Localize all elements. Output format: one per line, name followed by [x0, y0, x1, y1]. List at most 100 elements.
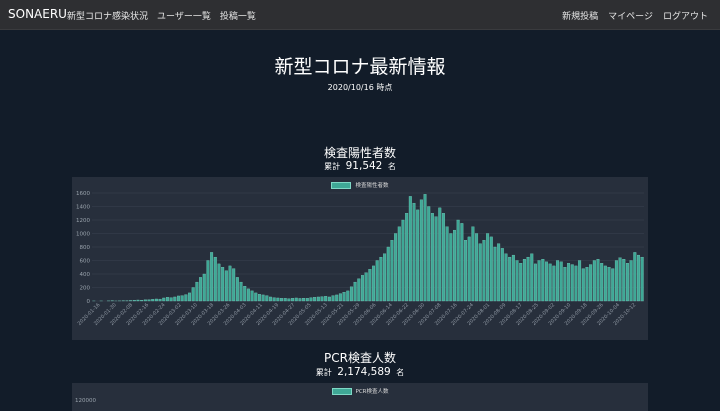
bar[interactable] — [291, 298, 295, 302]
bar[interactable] — [530, 253, 534, 302]
bar[interactable] — [596, 259, 600, 302]
bar[interactable] — [221, 267, 225, 302]
bar[interactable] — [180, 295, 184, 302]
bar[interactable] — [265, 295, 269, 302]
bar[interactable] — [475, 233, 479, 302]
bar[interactable] — [217, 263, 221, 302]
bar[interactable] — [173, 296, 177, 302]
bar[interactable] — [567, 263, 571, 302]
bar[interactable] — [537, 260, 541, 302]
bar[interactable] — [614, 260, 618, 302]
bar[interactable] — [618, 257, 622, 302]
bar[interactable] — [309, 297, 313, 302]
bar[interactable] — [195, 281, 199, 302]
bar[interactable] — [434, 216, 438, 302]
bar[interactable] — [346, 290, 350, 302]
bar[interactable] — [375, 260, 379, 302]
bar[interactable] — [625, 263, 629, 302]
bar[interactable] — [637, 254, 640, 302]
bar[interactable] — [136, 299, 140, 302]
bar[interactable] — [250, 290, 254, 302]
bar[interactable] — [379, 256, 383, 302]
bar[interactable] — [361, 275, 364, 302]
bar[interactable] — [313, 297, 317, 302]
bar[interactable] — [202, 273, 206, 302]
bar[interactable] — [191, 287, 195, 302]
bar[interactable] — [232, 268, 236, 302]
bar[interactable] — [533, 263, 537, 302]
nav-new-post[interactable]: 新規投稿 — [562, 9, 598, 22]
bar[interactable] — [441, 213, 445, 302]
bar[interactable] — [563, 267, 567, 302]
bar[interactable] — [261, 294, 265, 302]
bar[interactable] — [471, 226, 475, 302]
bar[interactable] — [349, 286, 353, 302]
bar[interactable] — [210, 252, 214, 302]
bar[interactable] — [302, 298, 306, 302]
bar[interactable] — [504, 253, 508, 302]
bar[interactable] — [129, 300, 133, 302]
bar[interactable] — [368, 269, 372, 302]
bar[interactable] — [184, 294, 188, 302]
bar[interactable] — [331, 295, 335, 302]
bar[interactable] — [581, 268, 585, 302]
bar[interactable] — [372, 265, 376, 302]
bar[interactable] — [390, 240, 394, 302]
bar[interactable] — [158, 298, 162, 302]
bar[interactable] — [169, 297, 173, 302]
bar[interactable] — [294, 297, 298, 302]
bar[interactable] — [489, 236, 493, 302]
nav-logout[interactable]: ログアウト — [663, 9, 708, 22]
bar[interactable] — [143, 299, 147, 302]
bar[interactable] — [147, 299, 151, 302]
bar[interactable] — [545, 261, 548, 302]
bar[interactable] — [508, 256, 512, 302]
bar[interactable] — [592, 260, 596, 302]
bar[interactable] — [497, 243, 501, 302]
bar[interactable] — [548, 263, 552, 302]
bar[interactable] — [327, 296, 331, 302]
bar[interactable] — [206, 260, 210, 302]
bar[interactable] — [276, 297, 280, 302]
bar[interactable] — [493, 246, 497, 302]
bar[interactable] — [464, 240, 468, 302]
bar[interactable] — [412, 202, 416, 302]
bar[interactable] — [394, 233, 398, 302]
bar[interactable] — [199, 277, 203, 302]
bar[interactable] — [272, 297, 276, 302]
nav-covid-status[interactable]: 新型コロナ感染状況 — [67, 9, 148, 22]
bar[interactable] — [316, 296, 320, 302]
bar[interactable] — [364, 272, 368, 302]
bar[interactable] — [559, 261, 563, 302]
bar[interactable] — [585, 267, 589, 302]
bar[interactable] — [177, 295, 180, 302]
bar[interactable] — [486, 233, 490, 302]
bar[interactable] — [405, 213, 409, 302]
bar[interactable] — [151, 299, 155, 302]
bar[interactable] — [574, 265, 578, 302]
bar[interactable] — [305, 298, 309, 302]
bar[interactable] — [578, 260, 582, 302]
bar[interactable] — [570, 264, 574, 302]
bar[interactable] — [257, 294, 261, 302]
bar[interactable] — [298, 298, 302, 302]
bar[interactable] — [511, 254, 515, 302]
bar[interactable] — [449, 233, 453, 302]
bar[interactable] — [416, 209, 420, 302]
bar[interactable] — [335, 294, 339, 302]
bar[interactable] — [633, 252, 637, 302]
nav-post-list[interactable]: 投稿一覧 — [220, 9, 256, 22]
bar[interactable] — [254, 292, 258, 302]
bar[interactable] — [552, 265, 556, 302]
bar[interactable] — [353, 281, 357, 302]
bar[interactable] — [383, 253, 387, 302]
bar[interactable] — [423, 194, 427, 302]
nav-my-page[interactable]: マイページ — [608, 9, 653, 22]
brand-link[interactable]: SONAERU — [8, 7, 67, 21]
bar[interactable] — [629, 260, 633, 302]
bar[interactable] — [228, 265, 232, 302]
bar[interactable] — [165, 297, 169, 302]
bar[interactable] — [526, 256, 530, 302]
bar[interactable] — [467, 236, 471, 302]
bar[interactable] — [283, 298, 287, 302]
